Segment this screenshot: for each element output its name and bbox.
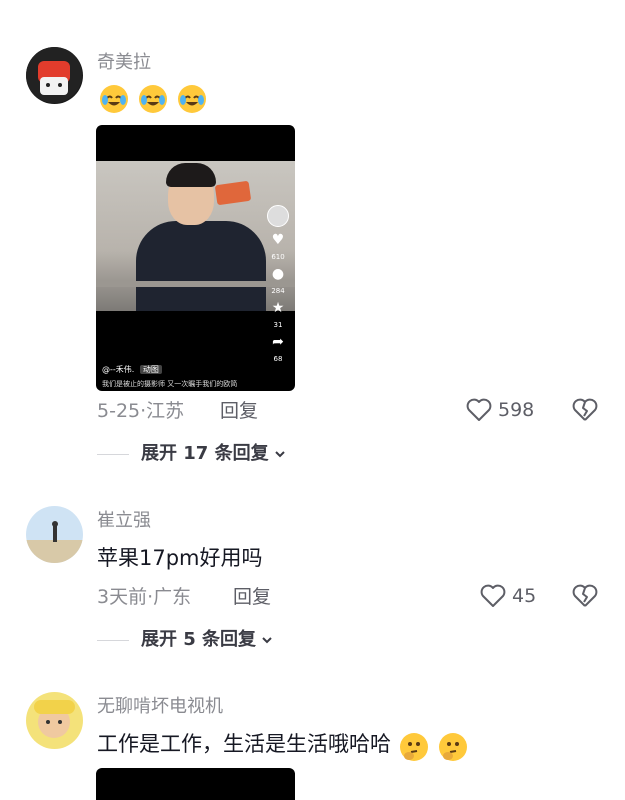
person-figure xyxy=(136,221,266,311)
avatar[interactable] xyxy=(26,506,83,563)
comment-text: 苹果17pm好用吗 xyxy=(97,546,263,570)
like-count: 45 xyxy=(512,585,537,607)
expand-replies[interactable]: 展开 17 条回复 xyxy=(97,442,287,466)
heart-outline-icon xyxy=(466,398,492,421)
expand-replies-label: 展开 5 条回复 xyxy=(141,629,257,650)
person-hair xyxy=(166,163,216,187)
comment-username[interactable]: 奇美拉 xyxy=(97,52,151,74)
crying-laughing-emoji xyxy=(139,85,168,113)
avatar[interactable] xyxy=(26,692,83,749)
video-share-count: 68 xyxy=(273,355,283,363)
video-caption: 我们是被止的摄影师 又一次瞩手我们的欧简 xyxy=(102,380,238,388)
reply-button[interactable]: 回复 xyxy=(220,399,258,423)
video-author-avatar xyxy=(267,205,289,227)
thinking-face-emoji xyxy=(400,732,429,761)
video-author: @--禾伟. 动图 xyxy=(102,364,162,375)
broken-heart-icon xyxy=(572,584,598,607)
reply-button[interactable]: 回复 xyxy=(233,585,271,609)
divider-line xyxy=(97,453,129,455)
expand-replies-label: 展开 17 条回复 xyxy=(141,443,269,464)
comment-text: 工作是工作，生活是生活哦哈哈 xyxy=(97,732,391,756)
like-count: 598 xyxy=(498,399,535,421)
video-thumbnail[interactable] xyxy=(96,768,295,800)
comment-username[interactable]: 无聊啃坏电视机 xyxy=(97,696,223,718)
video-comment-count: 284 xyxy=(271,287,285,295)
avatar[interactable] xyxy=(26,47,83,104)
video-favorite-count: 31 xyxy=(273,321,283,329)
video-side-actions: ♥ 610 ● 284 ★ 31 ➦ 68 xyxy=(267,205,289,363)
chevron-down-icon xyxy=(274,451,285,458)
star-icon: ★ xyxy=(271,300,285,316)
comment-meta: 3天前·广东 xyxy=(97,586,192,608)
like-button[interactable]: 598 xyxy=(466,398,534,422)
comment-icon: ● xyxy=(271,266,285,282)
comment-text-row: 工作是工作，生活是生活哦哈哈 xyxy=(97,730,473,761)
emoji-row xyxy=(100,85,212,113)
video-thumbnail[interactable]: ♥ 610 ● 284 ★ 31 ➦ 68 @--禾伟. 动图 我们是被止的摄影… xyxy=(96,125,295,391)
expand-replies[interactable]: 展开 5 条回复 xyxy=(97,628,274,652)
video-author-name: @--禾伟. xyxy=(102,365,135,374)
railing xyxy=(96,281,295,287)
video-author-badge: 动图 xyxy=(139,365,162,374)
dislike-button[interactable] xyxy=(572,584,598,612)
broken-heart-icon xyxy=(572,398,598,421)
crying-laughing-emoji xyxy=(100,85,128,113)
share-icon: ➦ xyxy=(272,334,284,350)
phone-image xyxy=(214,180,252,206)
comment-meta: 5-25·江苏 xyxy=(97,400,185,422)
comment-username[interactable]: 崔立强 xyxy=(97,510,151,532)
dislike-button[interactable] xyxy=(572,398,598,426)
heart-outline-icon xyxy=(480,584,506,607)
crying-laughing-emoji xyxy=(178,85,207,113)
divider-line xyxy=(97,639,129,641)
heart-icon: ♥ xyxy=(271,232,285,248)
thinking-face-emoji xyxy=(439,732,468,761)
video-frame xyxy=(96,161,295,311)
video-like-count: 610 xyxy=(271,253,285,261)
like-button[interactable]: 45 xyxy=(480,584,536,608)
chevron-down-icon xyxy=(262,637,272,644)
